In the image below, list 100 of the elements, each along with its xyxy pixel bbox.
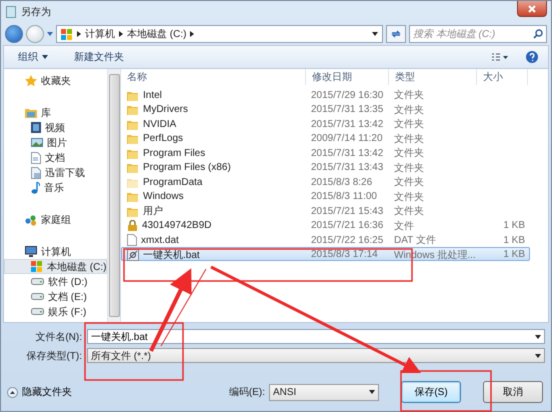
type-cell: 文件夹 [394, 90, 424, 101]
document-icon [31, 152, 41, 164]
file-row[interactable]: Program Files 2015/7/31 13:42 文件夹 [121, 145, 552, 160]
size-cell: 1 KB [503, 249, 525, 260]
file-name: Windows [143, 191, 184, 202]
type-cell: 文件夹 [394, 148, 424, 159]
file-type-dropdown[interactable]: 所有文件 (*.*) [87, 348, 545, 363]
file-name: Intel [143, 90, 162, 100]
file-row[interactable]: xmxt.dat 2015/7/22 16:25 DAT 文件 1 KB [121, 232, 552, 246]
folder-icon [127, 133, 139, 144]
type-cell: 文件夹 [394, 162, 424, 174]
date-cell: 2015/8/3 17:14 [311, 249, 378, 260]
toolbar-button[interactable]: 新建文件夹 [70, 48, 128, 66]
hide-folders-toggle[interactable]: 隐藏文件夹 [7, 385, 72, 399]
date-cell: 2015/7/31 13:43 [311, 162, 384, 173]
sidebar-item[interactable]: 迅雷下载 [4, 165, 108, 180]
caret-icon [47, 32, 53, 36]
breadcrumb-item[interactable]: 计算机 [85, 27, 115, 41]
file-name: 430149742B9D [142, 220, 212, 231]
save-button[interactable]: 保存(S) [401, 381, 461, 403]
file-row[interactable]: Program Files (x86) 2015/7/31 13:43 文件夹 [121, 160, 552, 174]
sidebar-item[interactable]: 娱乐 (F:) [4, 304, 108, 319]
date-cell: 2015/7/31 13:42 [311, 148, 384, 158]
file-name: NVIDIA [143, 118, 176, 130]
sidebar-item[interactable]: 家庭组 [4, 212, 108, 227]
sidebar-item[interactable]: 软件 (D:) [4, 274, 108, 289]
padlock-icon [127, 220, 138, 231]
back-button[interactable] [5, 25, 23, 43]
folder-icon [127, 118, 139, 130]
file-row[interactable]: MyDrivers 2015/7/31 13:35 文件夹 [121, 102, 552, 116]
type-cell: 文件夹 [394, 206, 424, 217]
address-bar[interactable]: 计算机 本地磁盘 (C:) [56, 25, 383, 43]
date-cell: 2015/7/21 16:36 [311, 220, 384, 231]
sidebar-item[interactable]: 视频 [4, 120, 108, 135]
column-header[interactable]: 修改日期 [306, 69, 389, 85]
encoding-dropdown[interactable]: ANSI [269, 384, 379, 400]
column-header[interactable]: 名称 [121, 69, 306, 85]
type-cell: 文件 [394, 220, 414, 232]
caret-icon [372, 32, 378, 36]
breadcrumb-item[interactable]: 本地磁盘 (C:) [127, 27, 186, 41]
file-row[interactable]: ProgramData 2015/8/3 8:26 文件夹 [121, 174, 552, 188]
sidebar-item[interactable]: 音乐 [4, 180, 108, 195]
date-cell: 2015/7/31 13:35 [311, 104, 384, 115]
search-field[interactable]: 搜索 本地磁盘 (C:) [409, 25, 547, 43]
file-row[interactable]: Windows 2015/8/3 11:00 文件夹 [121, 188, 552, 203]
refresh-icon [391, 29, 401, 39]
date-cell: 2015/7/29 16:30 [311, 90, 384, 100]
type-cell: 文件夹 [394, 104, 424, 116]
caret-icon [369, 390, 375, 394]
close-button[interactable] [517, 1, 547, 17]
computer-icon [25, 246, 37, 257]
scrollbar[interactable] [107, 69, 120, 322]
sidebar-item[interactable]: 图片 [4, 135, 108, 150]
homegroup-icon [25, 214, 37, 226]
folder-icon [127, 206, 139, 216]
refresh-button[interactable] [386, 25, 406, 43]
filename-field[interactable]: 一键关机.bat [87, 329, 545, 344]
file-icon [127, 234, 137, 246]
type-cell: 文件夹 [394, 192, 424, 202]
chevron-icon [119, 31, 123, 37]
file-name: Program Files (x86) [143, 162, 231, 173]
file-name: xmxt.dat [141, 234, 179, 246]
file-row[interactable]: 430149742B9D 2015/7/21 16:36 文件 1 KB [121, 218, 552, 232]
file-name: Program Files [143, 148, 206, 158]
folder-icon [127, 104, 139, 115]
sidebar-item[interactable]: 计算机 [4, 244, 108, 259]
date-cell: 2015/7/31 13:42 [311, 118, 384, 130]
folder-icon [127, 148, 139, 158]
field-label: 文件名(N): [34, 330, 82, 344]
cancel-button[interactable]: 取消 [483, 381, 543, 403]
folder-icon [127, 90, 139, 100]
type-cell: DAT 文件 [394, 235, 436, 246]
type-cell: 文件夹 [394, 134, 424, 144]
chevron-icon [190, 31, 194, 37]
caret-icon [42, 55, 48, 59]
sidebar-item[interactable]: 本地磁盘 (C:) [4, 259, 108, 274]
column-header[interactable]: 类型 [389, 69, 477, 85]
caret-icon [535, 354, 541, 358]
date-cell: 2015/7/21 15:43 [311, 206, 384, 216]
forward-button[interactable] [26, 25, 44, 43]
size-cell: 1 KB [503, 234, 525, 246]
column-header[interactable]: 大小 [477, 69, 528, 85]
picture-icon [31, 138, 43, 147]
folder-icon [127, 176, 139, 188]
field-label: 编码(E): [228, 386, 265, 399]
field-label: 保存类型(T): [25, 350, 82, 362]
folder-icon [127, 162, 139, 173]
music-note-icon [31, 182, 40, 194]
menu-button[interactable]: 组织 [14, 48, 52, 66]
file-row[interactable]: 用户 2015/7/21 15:43 文件夹 [121, 203, 552, 218]
sidebar-item[interactable]: 文档 [4, 150, 108, 165]
sidebar-item[interactable]: 库 [4, 105, 108, 120]
file-name: PerfLogs [143, 133, 184, 144]
size-cell: 1 KB [503, 220, 525, 231]
sidebar-item[interactable]: 收藏夹 [4, 73, 108, 88]
file-row[interactable]: PerfLogs 2009/7/14 11:20 文件夹 [121, 130, 552, 145]
file-name: MyDrivers [143, 104, 188, 115]
sidebar-item[interactable]: 文档 (E:) [4, 289, 108, 304]
file-row[interactable]: Intel 2015/7/29 16:30 文件夹 [121, 87, 552, 102]
file-row[interactable]: NVIDIA 2015/7/31 13:42 文件夹 [121, 116, 552, 130]
